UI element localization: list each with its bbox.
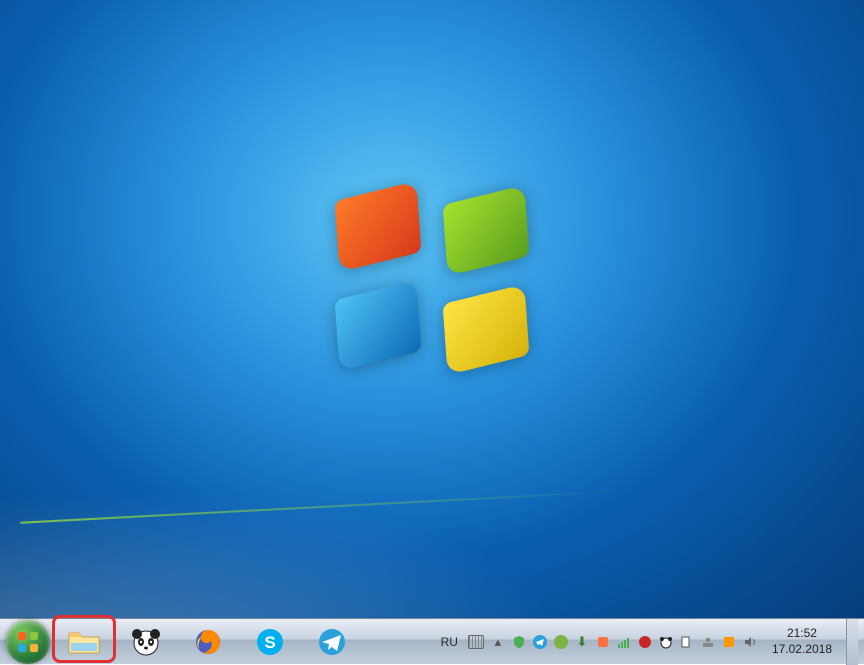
desktop-wallpaper[interactable] (0, 0, 864, 618)
clock-time: 21:52 (772, 626, 832, 642)
av-tray-icon[interactable] (637, 634, 653, 650)
show-desktop-button[interactable] (846, 619, 858, 665)
telegram-icon (315, 627, 349, 657)
skype-icon: S (253, 627, 287, 657)
updates-tray-icon[interactable] (721, 634, 737, 650)
taskbar-skype[interactable]: S (240, 621, 300, 663)
action-center-icon[interactable] (679, 634, 695, 650)
folder-icon (67, 627, 101, 657)
osk-icon[interactable] (468, 634, 484, 650)
system-tray: RU ▴ ⬇ 21:52 17.02.2018 (437, 619, 860, 664)
taskbar: S RU ▴ ⬇ 21:52 (0, 618, 864, 664)
windows-flag-icon (18, 632, 38, 652)
download-tray-icon[interactable]: ⬇ (574, 634, 590, 650)
skype-tray-icon[interactable] (553, 634, 569, 650)
shield-icon[interactable] (511, 634, 527, 650)
taskbar-telegram[interactable] (302, 621, 362, 663)
clock-date: 17.02.2018 (772, 642, 832, 658)
audio-tray-icon[interactable] (595, 634, 611, 650)
taskbar-firefox[interactable] (178, 621, 238, 663)
network-icon[interactable] (700, 634, 716, 650)
language-indicator[interactable]: RU (437, 633, 462, 651)
telegram-tray-icon[interactable] (532, 634, 548, 650)
taskbar-panda[interactable] (116, 621, 176, 663)
firefox-icon (191, 627, 225, 657)
svg-text:S: S (264, 633, 275, 652)
tray-expand-icon[interactable]: ▴ (490, 634, 506, 650)
panda-tray-icon[interactable] (658, 634, 674, 650)
volume-icon[interactable] (742, 634, 758, 650)
start-button[interactable] (6, 620, 50, 664)
signal-bars-icon[interactable] (616, 634, 632, 650)
taskbar-clock[interactable]: 21:52 17.02.2018 (764, 626, 840, 657)
taskbar-explorer[interactable] (54, 621, 114, 663)
windows-logo (337, 191, 527, 366)
pinned-apps: S (54, 621, 362, 663)
wallpaper-grass (20, 490, 619, 523)
panda-icon (129, 627, 163, 657)
